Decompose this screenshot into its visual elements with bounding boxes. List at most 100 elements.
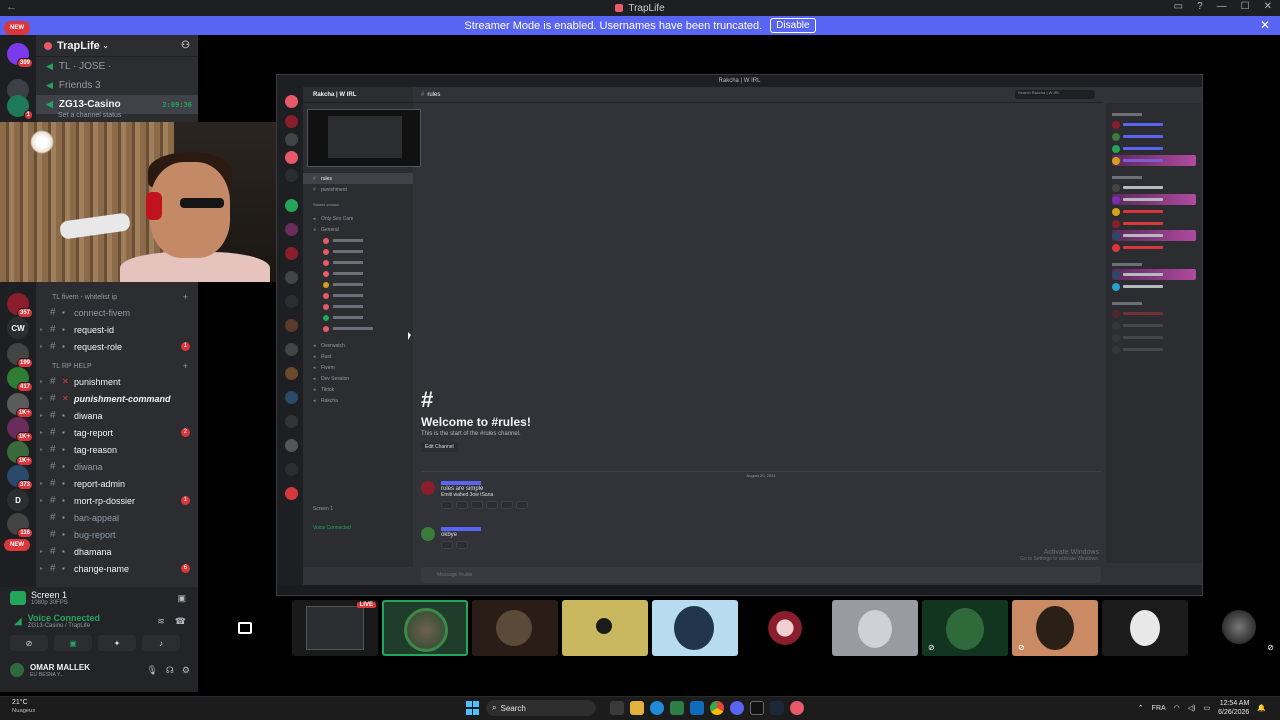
stream-voice-name: Dev Session [321, 375, 350, 382]
maximize-button[interactable]: ☐ [1241, 1, 1250, 12]
camera-off-button[interactable]: ⊘ [10, 635, 48, 651]
current-user[interactable]: OMAR MALLEK ELI BESNA Y... 🎙 ☊ ⚙ [0, 657, 198, 683]
unread-badge: 116 [17, 528, 33, 538]
channel-item[interactable]: ▸ # ▪ dhamana [36, 543, 198, 560]
participant-tile[interactable] [202, 600, 288, 656]
headphones-icon[interactable]: ☊ [166, 665, 174, 676]
channel-item[interactable]: ▸ # ▪ diwana [36, 407, 198, 424]
server-icon[interactable]: 417 [7, 367, 33, 392]
participant-tile[interactable]: ⊘ [922, 600, 1008, 656]
channel-item[interactable]: ▸ # ▪ mort-rp-dossier 1 [36, 492, 198, 509]
share-screen-button[interactable]: ▣ [54, 635, 92, 651]
category-header[interactable]: TL fivem - whitelist ip + [36, 290, 198, 304]
channel-item[interactable]: ▸ # ▪ request-role 1 [36, 338, 198, 355]
app-icon[interactable] [790, 701, 804, 715]
server-icon[interactable]: 1 [7, 95, 33, 120]
channel-item[interactable]: ▸ # ▪ tag-reason [36, 441, 198, 458]
help-icon[interactable]: ? [1197, 1, 1203, 12]
category-header[interactable]: TL RP HELP + [36, 359, 198, 373]
mail-icon[interactable] [690, 701, 704, 715]
activities-button[interactable]: ✦ [98, 635, 136, 651]
participant-tile[interactable] [832, 600, 918, 656]
participant-tile[interactable]: ⊘ [1192, 600, 1278, 656]
participant-tile[interactable]: ⊘ [1012, 600, 1098, 656]
channel-item[interactable]: ▸ # ✕ punishment [36, 373, 198, 390]
close-button[interactable]: ✕ [1264, 1, 1272, 12]
server-icon[interactable]: 116 [7, 513, 33, 538]
add-user-icon[interactable]: ⚇ [181, 40, 190, 51]
app-icon[interactable] [750, 701, 764, 715]
back-arrow-icon[interactable]: ← [6, 1, 17, 13]
guild-header[interactable]: TrapLife ⌄ ⚇ [36, 35, 198, 57]
server-icon[interactable]: CW [7, 317, 29, 339]
hash-icon: # [50, 512, 56, 523]
speaker-icon: ◀ [46, 80, 53, 90]
muted-icon: ⊘ [928, 643, 935, 652]
weather-widget[interactable]: 21°C Nuageux [12, 699, 35, 715]
wifi-icon[interactable]: ◠ [1174, 704, 1180, 712]
task-view-icon[interactable] [610, 701, 624, 715]
stream-view[interactable]: Rakcha | W IRL Rakcha | W IRL # rules # pu… [276, 74, 1203, 596]
stream-voice: ◂ Rust [313, 353, 332, 360]
close-banner-icon[interactable]: ✕ [1260, 18, 1270, 32]
add-channel-icon[interactable]: + [183, 361, 188, 371]
disable-streamer-mode-button[interactable]: Disable [770, 18, 816, 33]
volume-icon[interactable]: ◁) [1188, 704, 1196, 712]
windows-start-icon[interactable] [466, 701, 480, 715]
participant-tile[interactable] [382, 600, 468, 656]
stop-stream-icon[interactable]: ▣ [177, 593, 186, 604]
edge-icon[interactable] [650, 701, 664, 715]
battery-icon[interactable]: ▭ [1204, 704, 1211, 712]
participant-tile[interactable] [562, 600, 648, 656]
voice-connected-label[interactable]: Voice Connected [28, 613, 100, 623]
participant-tile[interactable] [742, 600, 828, 656]
server-icon[interactable]: 1K+ [7, 417, 33, 442]
channel-item[interactable]: # ▪ connect-fivem [36, 304, 198, 321]
clock[interactable]: 12:54 AM 6/26/2026 [1218, 699, 1249, 717]
voice-channel[interactable]: ◀ Friends 3 [36, 76, 198, 95]
notifications-icon[interactable]: 🔔 [1257, 704, 1266, 712]
store-icon[interactable] [670, 701, 684, 715]
server-icon[interactable]: D [7, 489, 29, 511]
server-icon[interactable]: 1K+ [7, 441, 33, 466]
add-channel-icon[interactable]: + [183, 292, 188, 302]
minimize-button[interactable]: — [1217, 1, 1227, 12]
participant-tile[interactable] [472, 600, 558, 656]
language-indicator[interactable]: FRA [1152, 705, 1166, 712]
discord-icon[interactable] [730, 701, 744, 715]
participant-tile[interactable] [1102, 600, 1188, 656]
channel-item[interactable]: ▸ # ▪ tag-report 2 [36, 424, 198, 441]
participant-tile[interactable]: LIVE [292, 600, 378, 656]
noise-suppression-icon[interactable]: ≋ [157, 616, 165, 627]
channel-item[interactable]: ▸ # ▪ report-admin [36, 475, 198, 492]
disconnect-icon[interactable]: ☎ [175, 616, 186, 627]
participant-tile[interactable] [652, 600, 738, 656]
channel-item[interactable]: # ▪ bug-report [36, 526, 198, 543]
server-icon[interactable]: 309 [7, 43, 33, 68]
channel-item[interactable]: ▸ # ▪ change-name 6 [36, 560, 198, 577]
screenshare-status[interactable]: Screen 1 1080p 30FPS ▣ [0, 587, 198, 609]
channel-status[interactable]: Set a channel status [36, 112, 198, 122]
stream-voice: ◂ General [313, 226, 339, 233]
microphone-icon[interactable]: 🎙 [146, 665, 157, 676]
server-icon[interactable]: 199 [7, 343, 33, 368]
taskbar-search[interactable]: ⌕ Search [486, 700, 596, 716]
voice-channel[interactable]: ◀ TL · JOSE · [36, 57, 198, 76]
server-icon[interactable]: 373 [7, 465, 33, 490]
channel-emoji-icon: ▪ [62, 445, 65, 454]
voice-channel-name: Friends 3 [58, 80, 101, 91]
server-icon[interactable]: 1K+ [7, 393, 33, 418]
soundboard-button[interactable]: ♪ [142, 635, 180, 651]
inbox-icon[interactable]: ▭ [1174, 1, 1183, 12]
voice-location[interactable]: ZG13-Casino / TrapLife [28, 623, 100, 629]
channel-item[interactable]: # ▪ diwana [36, 458, 198, 475]
file-explorer-icon[interactable] [630, 701, 644, 715]
chrome-icon[interactable] [710, 701, 724, 715]
channel-item[interactable]: # ▪ ban-appeal [36, 509, 198, 526]
channel-item[interactable]: ▸ # ▪ request-id [36, 321, 198, 338]
channel-item[interactable]: ▸ # ✕ punishment-command [36, 390, 198, 407]
chevron-up-icon[interactable]: ⌃ [1138, 704, 1144, 712]
gear-icon[interactable]: ⚙ [182, 665, 190, 676]
server-icon[interactable]: 357 [7, 293, 33, 318]
steam-icon[interactable] [770, 701, 784, 715]
